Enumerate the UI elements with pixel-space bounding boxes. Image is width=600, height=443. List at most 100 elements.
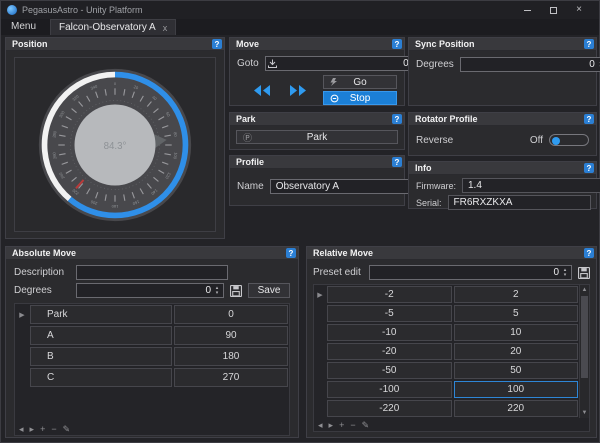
help-button[interactable]: ? [584,163,594,173]
preset-value-cell[interactable]: 270 [174,368,288,387]
nav-add-icon[interactable]: + [339,420,344,430]
jog-left-button[interactable] [251,84,273,97]
toggle-knob-icon [552,136,560,145]
minimize-button[interactable] [521,4,533,16]
preset-cell[interactable]: -50 [327,362,452,379]
preset-name-cell[interactable]: Park [30,305,172,324]
abs-degrees-input[interactable] [79,285,213,296]
reverse-toggle[interactable] [549,134,589,146]
table-row: -50 50 [314,361,579,380]
preset-cell[interactable]: 220 [453,400,578,417]
maximize-button[interactable] [547,4,559,16]
goto-download-icon[interactable] [267,59,277,68]
preset-cell[interactable]: 100 [453,381,578,398]
help-button[interactable]: ? [584,114,594,124]
serial-label: Serial: [416,197,442,208]
abs-degrees-field: ▴▾ [76,283,224,298]
table-row: -20 20 [314,342,579,361]
position-dial[interactable]: 0204060801001201401601802002202402602803… [34,64,196,226]
close-button[interactable]: × [573,4,585,16]
menu-button[interactable]: Menu [1,19,46,35]
help-button[interactable]: ? [392,39,402,49]
help-button[interactable]: ? [286,248,296,258]
relative-presets-table: ▶ -2 2 -5 5 -10 10 -20 20 -50 50 -100 10… [313,284,590,432]
spin-down-icon[interactable]: ▾ [561,272,569,278]
profile-name-input[interactable] [272,181,410,192]
preset-save-icon[interactable] [578,266,590,279]
park-icon: Ⓟ [243,132,253,143]
tab-label: Falcon-Observatory A [59,22,156,33]
stop-button[interactable]: Stop [323,91,397,105]
preset-cell[interactable]: -220 [327,400,452,417]
nav-add-icon[interactable]: + [40,424,45,434]
reverse-label: Reverse [416,134,454,146]
go-button[interactable]: Go [323,75,397,89]
vertical-scrollbar[interactable]: ▲ ▼ [579,285,589,418]
profile-name-label: Name [237,181,264,192]
scroll-down-icon[interactable]: ▼ [580,408,589,418]
tab-falcon-observatory-a[interactable]: Falcon-Observatory A x [50,19,177,35]
profile-panel: Profile? Name [229,155,424,206]
preset-value-cell[interactable]: 90 [174,326,288,345]
firmware-value [465,180,600,191]
nav-prev-icon[interactable]: ◂ [318,420,323,430]
preset-cell[interactable]: 20 [453,343,578,360]
nav-edit-icon[interactable]: ✎ [362,420,370,430]
abs-degrees-label: Degrees [14,285,52,296]
minimize-icon [523,9,531,11]
table-row: -5 5 [314,304,579,323]
nav-prev-icon[interactable]: ◂ [19,424,24,434]
preset-name-cell[interactable]: B [30,347,172,366]
preset-cell[interactable]: 2 [453,286,578,303]
preset-cell[interactable]: 10 [453,324,578,341]
preset-cell[interactable]: 5 [453,305,578,322]
preset-cell[interactable]: -5 [327,305,452,322]
nav-next-icon[interactable]: ▸ [329,420,334,430]
panel-title: Position [12,39,48,49]
app-logo-icon [7,5,17,15]
nav-edit-icon[interactable]: ✎ [63,424,71,434]
table-row: -100 100 [314,380,579,399]
table-row: ▶ -2 2 [314,285,579,304]
table-row: ▶ Park 0 [15,304,289,325]
help-button[interactable]: ? [584,39,594,49]
preset-value-cell[interactable]: 180 [174,347,288,366]
help-button[interactable]: ? [584,248,594,258]
nav-next-icon[interactable]: ▸ [30,424,35,434]
description-input[interactable] [79,267,225,278]
preset-cell[interactable]: -20 [327,343,452,360]
preset-cell[interactable]: -100 [327,381,452,398]
move-panel: Move? Goto ▴▾ [229,37,422,106]
abs-save-icon[interactable] [230,284,242,297]
help-button[interactable]: ? [392,114,402,124]
table-row: -220 220 [314,399,579,418]
help-button[interactable]: ? [212,39,222,49]
save-button[interactable]: Save [248,283,290,298]
info-panel: Info? Firmware: Serial: [408,161,600,210]
go-label: Go [353,76,367,88]
nav-remove-icon[interactable]: − [350,420,355,430]
preset-cell[interactable]: -10 [327,324,452,341]
scroll-up-icon[interactable]: ▲ [580,285,589,295]
table-row: A 90 [15,325,289,346]
spin-down-icon[interactable]: ▾ [213,290,221,296]
panel-title: Absolute Move [12,248,77,258]
profile-name-field [269,179,424,194]
preset-cell[interactable]: 50 [453,362,578,379]
tab-close-icon[interactable]: x [163,23,168,33]
preset-edit-input[interactable] [372,267,561,278]
sync-degrees-input[interactable] [462,59,597,70]
jog-right-button[interactable] [287,84,309,97]
serial-value [450,197,588,208]
goto-input[interactable] [276,58,411,69]
nav-remove-icon[interactable]: − [51,424,56,434]
scrollbar-thumb[interactable] [581,296,588,379]
preset-cell[interactable]: -2 [327,286,452,303]
preset-name-cell[interactable]: A [30,326,172,345]
data-navigator: ◂ ▸ + − ✎ [19,424,70,434]
park-button[interactable]: Ⓟ Park [236,130,398,144]
preset-value-cell[interactable]: 0 [174,305,288,324]
help-button[interactable]: ? [392,157,402,167]
preset-name-cell[interactable]: C [30,368,172,387]
preset-edit-label: Preset edit [313,267,361,278]
